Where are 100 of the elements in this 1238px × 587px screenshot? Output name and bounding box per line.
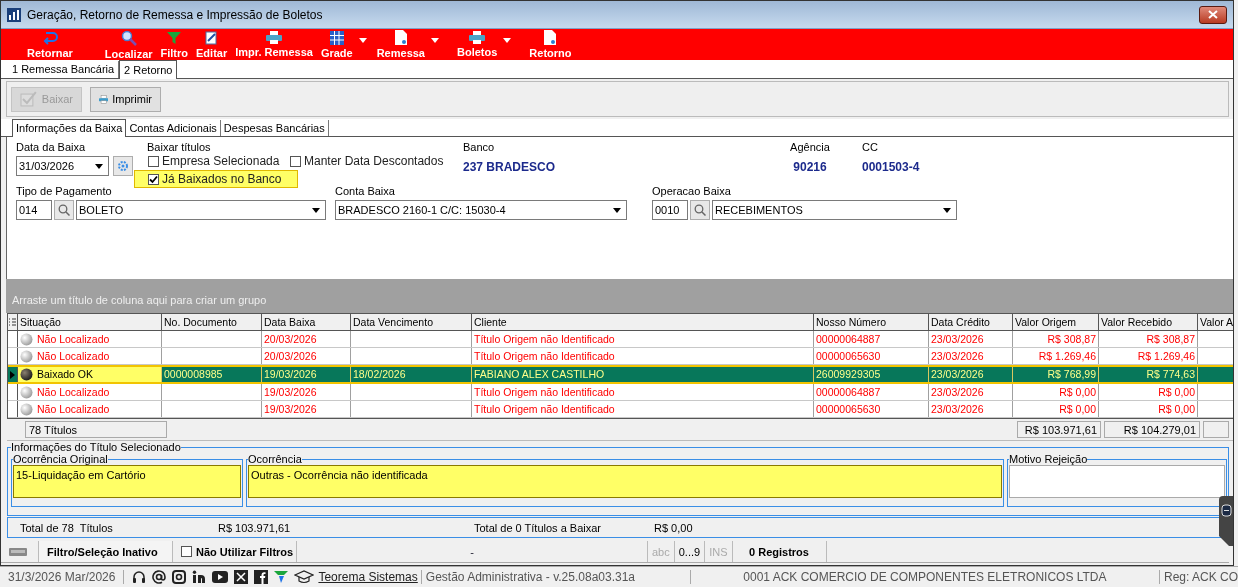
total-label: Total de 0 Títulos a Baixar — [474, 521, 601, 534]
close-button[interactable] — [1199, 5, 1227, 24]
toolbar-button[interactable]: Remessa — [372, 29, 443, 60]
table-cell: R$ 0,00 — [1013, 384, 1099, 400]
side-tab-icon[interactable] — [1219, 496, 1233, 546]
checkbox[interactable]: Manter Data Descontados — [290, 154, 444, 168]
table-row[interactable]: Não Localizado 20/03/2026 Título Origem não Identificado 00000064887 23/03/2026 R$ 308,87 R$ 308,87 — [8, 331, 1233, 348]
status-text: - — [296, 541, 647, 562]
company-link[interactable]: Teorema Sistemas — [318, 570, 422, 584]
camera-icon[interactable] — [172, 570, 187, 584]
date-field[interactable]: 31/03/2026 — [16, 156, 109, 176]
table-cell: Baixado OK — [18, 367, 162, 382]
toolbar-button[interactable]: Grade — [316, 29, 371, 60]
group-title: Ocorrência — [248, 453, 302, 465]
column-total: R$ 103.971,61 — [1017, 421, 1101, 438]
table-cell: Título Origem não Identificado — [472, 384, 814, 400]
search-button[interactable] — [54, 200, 74, 220]
column-header[interactable]: Data Vencimento — [351, 314, 472, 330]
checkbox[interactable]: Já Baixados no Banco — [134, 170, 299, 188]
caret-icon — [613, 207, 621, 213]
payment-type-dropdown[interactable]: BOLETO — [76, 200, 326, 220]
checkbox[interactable]: Não Utilizar Filtros — [172, 541, 296, 562]
facebook-icon[interactable] — [254, 570, 269, 584]
linkedin-icon[interactable] — [192, 570, 207, 584]
caret-icon — [95, 163, 103, 169]
field-label: Conta Baixa — [335, 185, 396, 197]
code-field[interactable]: 0010 — [652, 200, 688, 220]
caret-icon — [431, 38, 439, 43]
window-title: Geração, Retorno de Remessa e Impressão de Boletos — [27, 7, 323, 22]
x-logo-icon[interactable] — [234, 570, 249, 584]
headset-icon[interactable] — [132, 570, 147, 584]
document-icon — [394, 30, 407, 45]
action-button[interactable]: Imprimir — [90, 86, 161, 112]
table-cell: Título Origem não Identificado — [472, 401, 814, 417]
key-indicator: INS — [704, 541, 732, 562]
text-field[interactable]: Outras - Ocorrência não identificada — [248, 465, 1002, 498]
column-header[interactable]: Data Crédito — [929, 314, 1013, 330]
caret-icon — [312, 207, 320, 213]
search-icon — [58, 204, 70, 216]
at-sign-icon[interactable] — [152, 570, 167, 584]
filter-status: Filtro/Seleção Inativo — [38, 541, 172, 562]
toolbar-button[interactable]: Impr. Remessa — [231, 29, 317, 60]
date-text: 31/3/2026 Mar/2026 — [0, 570, 125, 584]
table-cell: R$ 1.269,46 — [1099, 348, 1198, 364]
code-field[interactable]: 014 — [16, 200, 52, 220]
toolbar-button[interactable]: Localizar — [100, 29, 157, 60]
search-button[interactable] — [690, 200, 710, 220]
column-header[interactable]: Valor A — [1198, 314, 1233, 330]
column-chooser-icon[interactable] — [8, 314, 18, 330]
table-cell: Não Localizado — [18, 384, 162, 400]
toolbar-button[interactable]: Retorno — [525, 29, 576, 60]
table-cell: Título Origem não Identificado — [472, 348, 814, 364]
toolbar-button[interactable]: Editar — [192, 29, 232, 60]
column-header[interactable]: Valor Origem — [1013, 314, 1099, 330]
field-label: Tipo de Pagamento — [16, 185, 113, 197]
tab[interactable]: 2 Retorno — [119, 60, 178, 79]
play-icon[interactable] — [212, 571, 229, 583]
table-cell: 18/02/2026 — [351, 367, 472, 382]
table-cell: 00000065630 — [814, 348, 929, 364]
table-cell: R$ 308,87 — [1013, 331, 1099, 347]
logo-icon[interactable] — [274, 571, 289, 583]
toolbar-button[interactable]: Retornar — [23, 29, 77, 60]
toolbar-button[interactable]: Filtro — [156, 29, 193, 60]
bank-value: 237 BRADESCO — [463, 160, 557, 174]
status-dot-icon — [20, 368, 33, 381]
account-dropdown[interactable]: BRADESCO 2160-1 C/C: 15030-4 — [335, 200, 627, 220]
column-header[interactable]: Cliente — [472, 314, 814, 330]
table-cell: R$ 768,99 — [1013, 367, 1099, 382]
settings-button[interactable] — [113, 156, 133, 176]
field-label: Operacao Baixa — [652, 185, 732, 197]
table-row[interactable]: Não Localizado 19/03/2026 Título Origem não Identificado 00000064887 23/03/2026 R$ 0,00 R$ 0,00 — [8, 384, 1233, 401]
key-indicator: 0...9 — [673, 541, 705, 562]
column-header[interactable]: Nosso Número — [814, 314, 929, 330]
table-cell: 00000065630 — [814, 401, 929, 417]
toolbar-button[interactable]: Boletos — [453, 29, 516, 60]
column-header[interactable]: Data Baixa — [262, 314, 351, 330]
table-row[interactable]: Não Localizado 19/03/2026 Título Origem não Identificado 00000065630 23/03/2026 R$ 0,00 R$ 0,00 — [8, 401, 1233, 418]
column-header[interactable]: Valor Recebido — [1099, 314, 1198, 330]
column-header[interactable]: Situação — [18, 314, 162, 330]
agency-value: 90216 — [793, 160, 827, 174]
graduation-cap-icon[interactable] — [294, 570, 315, 584]
operation-dropdown[interactable]: RECEBIMENTOS — [712, 200, 957, 220]
row-pointer-icon — [10, 370, 15, 379]
checkbox[interactable]: Empresa Selecionada — [148, 154, 280, 168]
check-icon — [20, 91, 38, 107]
table-row[interactable]: Baixado OK 0000008985 19/03/2026 18/02/2026 FABIANO ALEX CASTILHO 26009929305 23/03/2026 R$ 768,99 R$ 774,63 — [8, 365, 1233, 384]
table-cell: 0000008985 — [162, 367, 262, 382]
status-dot-icon — [20, 402, 33, 416]
keyboard-icon — [9, 547, 27, 556]
table-cell: FABIANO ALEX CASTILHO — [472, 367, 814, 382]
app-version: Gestão Administrativa - v.25.08a03.31a — [421, 570, 691, 584]
text-field[interactable]: 15-Liquidação em Cartório — [13, 465, 241, 498]
tab[interactable]: Informações da Baixa — [12, 119, 127, 137]
column-header[interactable]: No. Documento — [162, 314, 262, 330]
table-cell: R$ 0,00 — [1099, 401, 1198, 417]
text-field[interactable] — [1009, 465, 1225, 498]
table-cell: Não Localizado — [18, 348, 162, 364]
table-cell: R$ 308,87 — [1099, 331, 1198, 347]
registration-text: Reg: ACK CO — [1162, 570, 1238, 584]
total-label: Total de 78 Títulos — [20, 521, 113, 534]
